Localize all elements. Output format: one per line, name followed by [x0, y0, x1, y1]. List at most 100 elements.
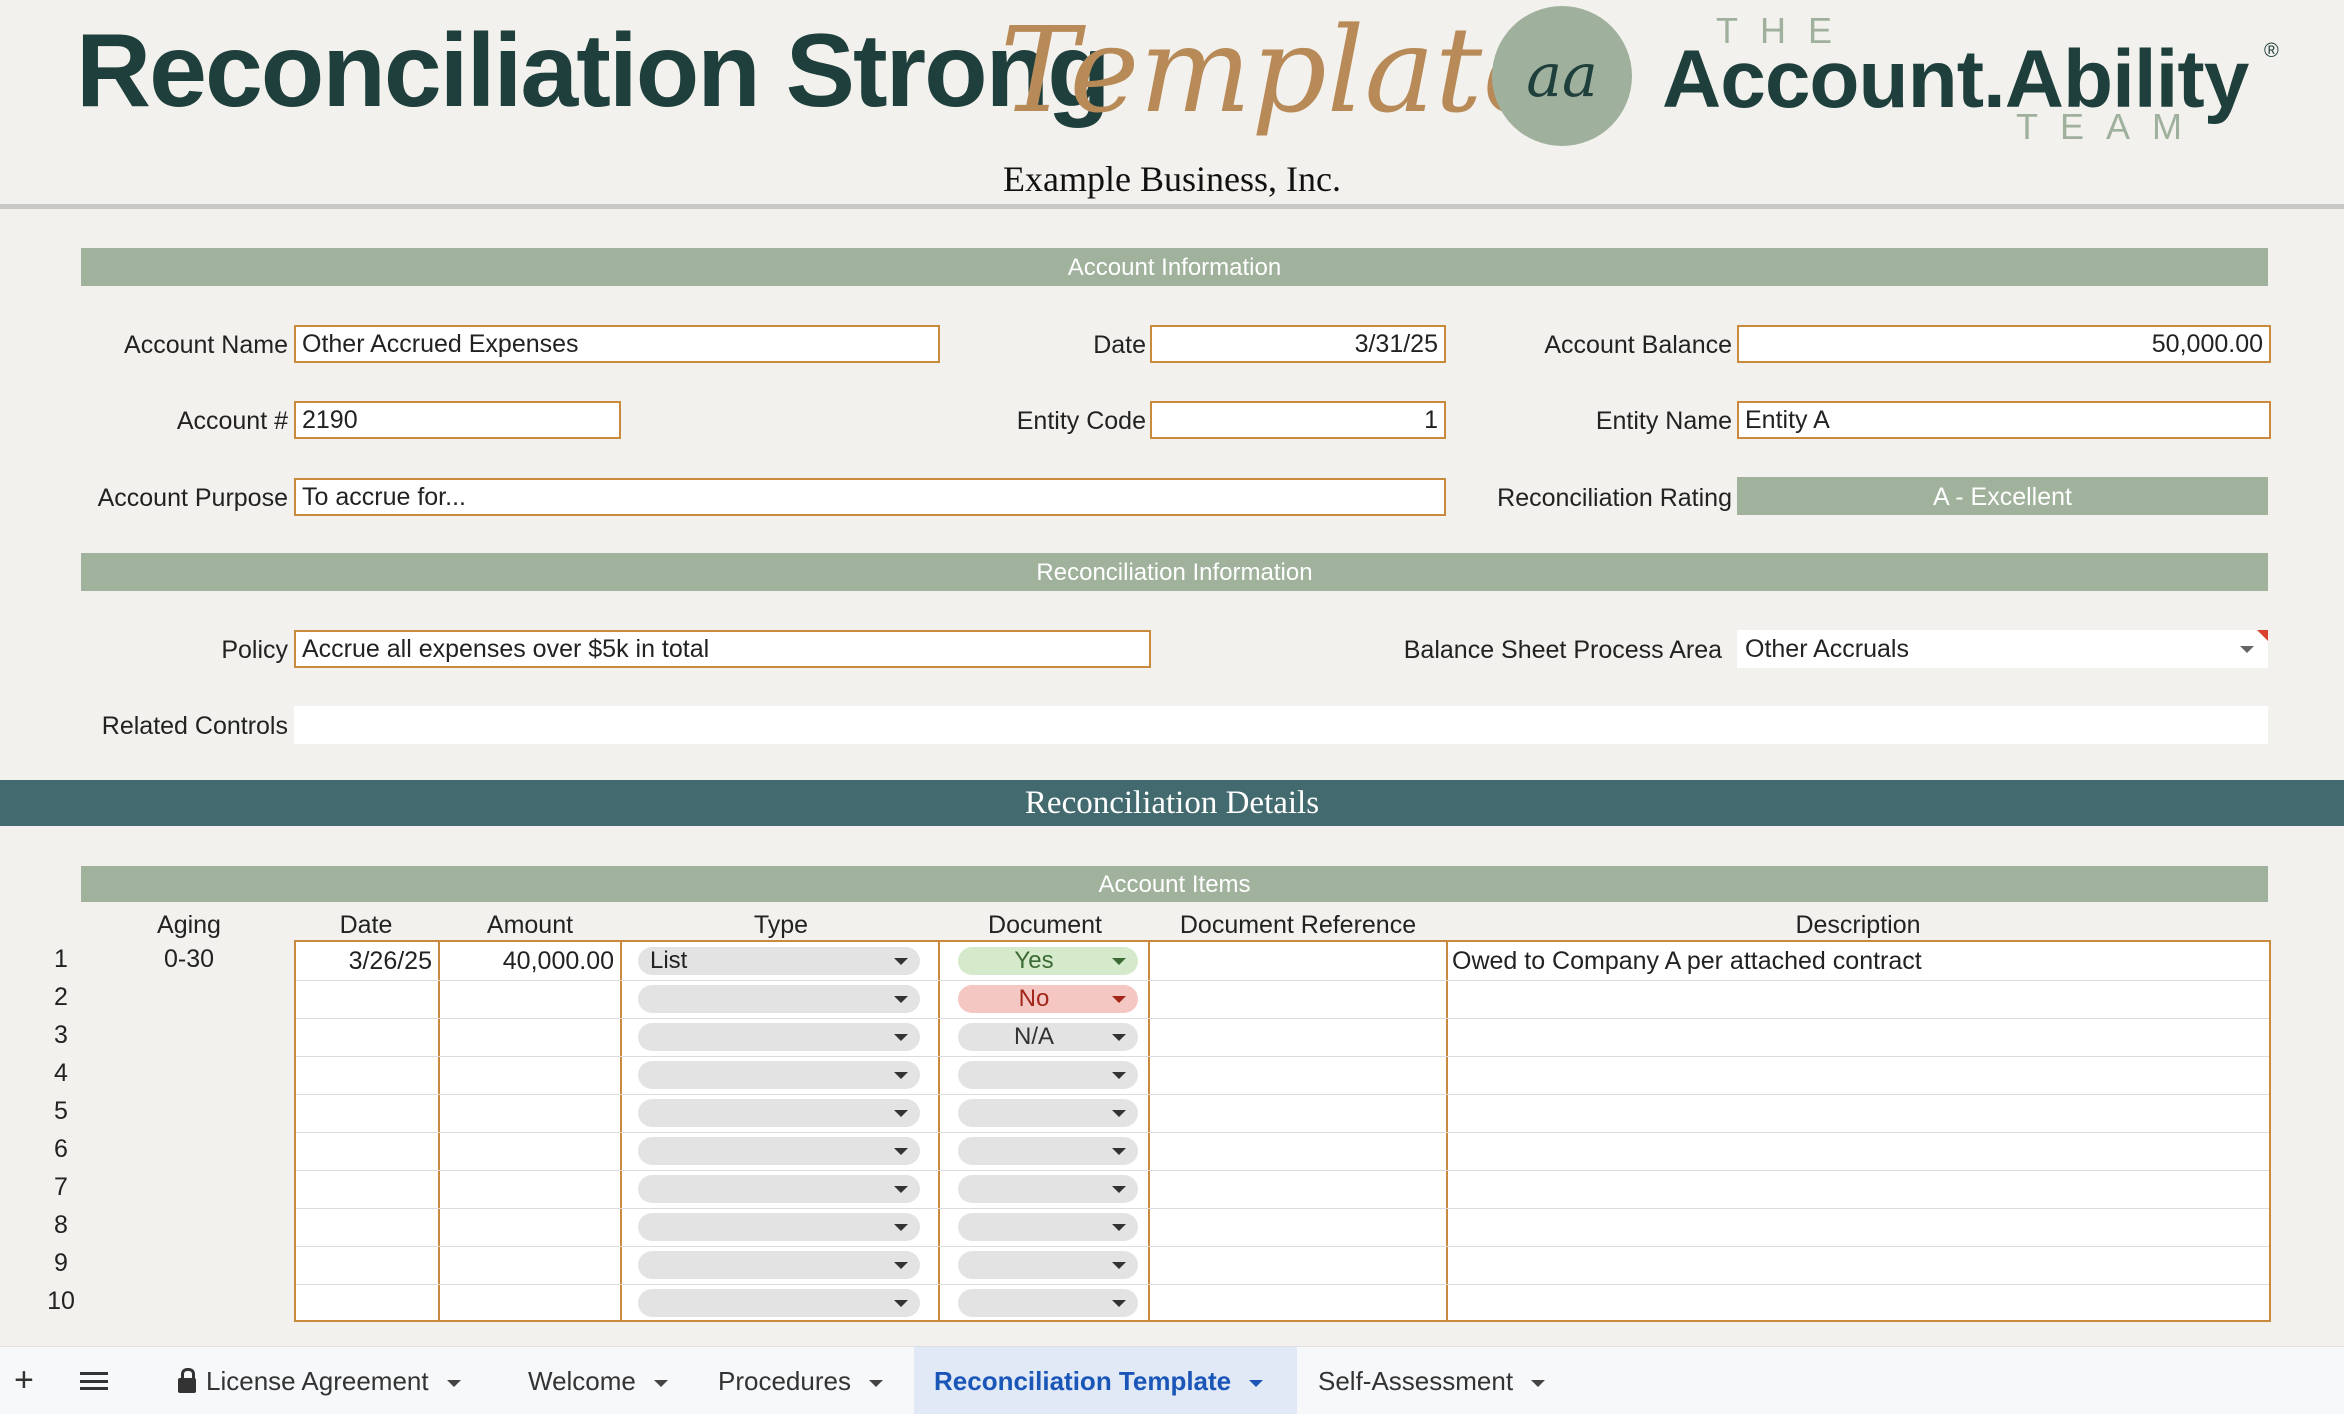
row-number[interactable]: 5 [30, 1092, 92, 1130]
caret-down-icon[interactable] [446, 1379, 461, 1387]
related-controls-label[interactable]: Related Controls [60, 707, 288, 745]
account-number-label[interactable]: Account # [60, 402, 288, 440]
related-controls-field[interactable] [294, 706, 2268, 744]
tab-self-assessment[interactable]: Self-Assessment [1298, 1347, 1565, 1414]
description-cell[interactable]: Owed to Company A per attached contract [1452, 942, 2262, 980]
chevron-down-icon[interactable] [894, 1072, 908, 1079]
date-field[interactable]: 3/31/25 [1150, 325, 1446, 363]
col-amount[interactable]: Amount [440, 910, 620, 940]
col-date[interactable]: Date [296, 910, 436, 940]
amount-cell[interactable]: 40,000.00 [442, 942, 614, 980]
type-dropdown[interactable] [638, 1251, 920, 1279]
type-dropdown[interactable] [638, 1099, 920, 1127]
type-dropdown[interactable] [638, 1137, 920, 1165]
type-dropdown[interactable] [638, 1061, 920, 1089]
caret-down-icon[interactable] [1249, 1379, 1264, 1387]
chevron-down-icon[interactable] [1112, 1300, 1126, 1307]
reconciliation-rating-value[interactable]: A - Excellent [1737, 477, 2268, 515]
chevron-down-icon[interactable] [1112, 1186, 1126, 1193]
chevron-down-icon[interactable] [894, 1300, 908, 1307]
tab-welcome[interactable]: Welcome [508, 1347, 688, 1414]
aging-cell[interactable]: 0-30 [130, 940, 248, 978]
chevron-down-icon[interactable] [894, 1224, 908, 1231]
row-number[interactable]: 6 [30, 1130, 92, 1168]
document-dropdown[interactable]: No [958, 985, 1138, 1013]
col-document[interactable]: Document [940, 910, 1150, 940]
row-number[interactable]: 9 [30, 1244, 92, 1282]
chevron-down-icon[interactable] [2240, 646, 2254, 653]
account-name-label[interactable]: Account Name [60, 326, 288, 364]
account-purpose-label[interactable]: Account Purpose [60, 479, 288, 517]
chevron-down-icon[interactable] [1112, 996, 1126, 1003]
chevron-down-icon[interactable] [894, 996, 908, 1003]
account-balance-label[interactable]: Account Balance [1480, 326, 1732, 364]
type-dropdown[interactable] [638, 1213, 920, 1241]
account-number-field[interactable]: 2190 [294, 401, 621, 439]
type-dropdown[interactable] [638, 1175, 920, 1203]
date-label[interactable]: Date [1000, 326, 1146, 364]
col-document-reference[interactable]: Document Reference [1150, 910, 1446, 940]
col-aging[interactable]: Aging [130, 910, 248, 940]
plus-icon[interactable]: + [14, 1347, 34, 1414]
row-number[interactable]: 3 [30, 1016, 92, 1054]
chevron-down-icon[interactable] [1112, 1262, 1126, 1269]
reconciliation-details-header[interactable]: Reconciliation Details [0, 780, 2344, 826]
entity-code-label[interactable]: Entity Code [950, 402, 1146, 440]
caret-down-icon[interactable] [653, 1379, 668, 1387]
tab-reconciliation-template[interactable]: Reconciliation Template [914, 1347, 1297, 1414]
menu-icon[interactable] [80, 1372, 108, 1390]
chevron-down-icon[interactable] [894, 1262, 908, 1269]
row-number[interactable]: 1 [30, 940, 92, 978]
row-number[interactable]: 7 [30, 1168, 92, 1206]
type-dropdown[interactable] [638, 1023, 920, 1051]
col-description[interactable]: Description [1446, 910, 2270, 940]
tab-procedures[interactable]: Procedures [698, 1347, 903, 1414]
caret-down-icon[interactable] [1531, 1379, 1546, 1387]
type-dropdown[interactable]: List [638, 947, 920, 975]
chevron-down-icon[interactable] [894, 1034, 908, 1041]
process-area-dropdown[interactable]: Other Accruals [1737, 630, 2268, 668]
account-info-header[interactable]: Account Information [81, 248, 2268, 286]
chevron-down-icon[interactable] [1112, 1034, 1126, 1041]
tab-license-agreement[interactable]: License Agreement [158, 1347, 481, 1414]
chevron-down-icon[interactable] [1112, 1072, 1126, 1079]
chevron-down-icon[interactable] [1112, 1148, 1126, 1155]
entity-code-field[interactable]: 1 [1150, 401, 1446, 439]
type-dropdown[interactable] [638, 1289, 920, 1317]
document-dropdown[interactable] [958, 1213, 1138, 1241]
account-name-field[interactable]: Other Accrued Expenses [294, 325, 940, 363]
chevron-down-icon[interactable] [1112, 958, 1126, 965]
document-dropdown[interactable] [958, 1289, 1138, 1317]
row-number[interactable]: 10 [30, 1282, 92, 1320]
chevron-down-icon[interactable] [894, 958, 908, 965]
chevron-down-icon[interactable] [1112, 1224, 1126, 1231]
account-purpose-field[interactable]: To accrue for... [294, 478, 1446, 516]
policy-field[interactable]: Accrue all expenses over $5k in total [294, 630, 1151, 668]
document-dropdown[interactable] [958, 1137, 1138, 1165]
document-dropdown[interactable]: N/A [958, 1023, 1138, 1051]
caret-down-icon[interactable] [868, 1379, 883, 1387]
document-dropdown[interactable] [958, 1175, 1138, 1203]
row-number[interactable]: 4 [30, 1054, 92, 1092]
company-name[interactable]: Example Business, Inc. [0, 158, 2344, 200]
process-area-label[interactable]: Balance Sheet Process Area [1300, 631, 1722, 669]
policy-label[interactable]: Policy [60, 631, 288, 669]
date-cell[interactable]: 3/26/25 [300, 942, 432, 980]
chevron-down-icon[interactable] [1112, 1110, 1126, 1117]
row-number[interactable]: 8 [30, 1206, 92, 1244]
chevron-down-icon[interactable] [894, 1148, 908, 1155]
type-dropdown[interactable] [638, 985, 920, 1013]
document-dropdown[interactable] [958, 1099, 1138, 1127]
document-dropdown[interactable] [958, 1061, 1138, 1089]
row-number[interactable]: 2 [30, 978, 92, 1016]
document-dropdown[interactable] [958, 1251, 1138, 1279]
chevron-down-icon[interactable] [894, 1186, 908, 1193]
reconciliation-rating-label[interactable]: Reconciliation Rating [1460, 479, 1732, 517]
entity-name-field[interactable]: Entity A [1737, 401, 2271, 439]
entity-name-label[interactable]: Entity Name [1500, 402, 1732, 440]
account-balance-field[interactable]: 50,000.00 [1737, 325, 2271, 363]
col-type[interactable]: Type [622, 910, 940, 940]
recon-info-header[interactable]: Reconciliation Information [81, 553, 2268, 591]
account-items-header[interactable]: Account Items [81, 866, 2268, 902]
document-dropdown[interactable]: Yes [958, 947, 1138, 975]
